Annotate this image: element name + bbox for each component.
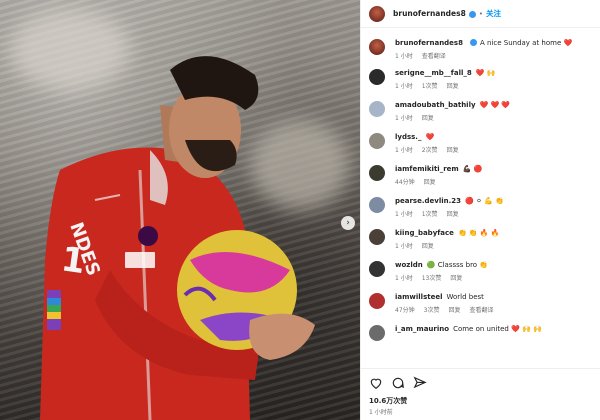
instagram-post-view: NDES 1 › brunofernandes8 • 关注 brunoferna… [0,0,600,420]
comment-text: ❤️ 🙌 [475,69,496,77]
reply-button[interactable]: 回复 [447,147,459,154]
post-time: 1 小时前 [369,409,393,416]
comment-item: lydss._ ❤️ 1 小时 2次赞 回复 [369,132,597,154]
caption-text: A nice Sunday at home ❤️ [479,39,573,47]
comment-item: serigne__mb__fall_8 ❤️ 🙌 1 小时 1次赞 回复 [369,68,597,90]
comment-text: Come on united ❤️ 🙌 🙌 [453,325,542,333]
caption-item: brunofernandes8 A nice Sunday at home ❤️ … [369,38,597,60]
commenter-username[interactable]: serigne__mb__fall_8 [395,69,472,77]
comment-like-count[interactable]: 1次赞 [422,83,438,90]
reply-button[interactable]: 回复 [447,83,459,90]
comment-icon[interactable] [391,375,405,389]
reply-button[interactable]: 回复 [448,307,460,314]
reply-button[interactable]: 回复 [422,115,434,122]
comment-text: ❤️ ❤️ ❤️ [479,101,511,109]
comment-item: amadoubath_bathily ❤️ ❤️ ❤️ 1 小时 回复 [369,100,597,122]
commenter-avatar[interactable] [369,133,385,149]
verified-badge-icon [468,11,476,18]
caption-username[interactable]: brunofernandes8 [395,39,463,47]
comment-time: 47分钟 [395,307,415,314]
commenter-username[interactable]: iamwillsteel [395,293,443,301]
next-photo-button[interactable]: › [341,216,355,230]
comment-text: ❤️ [425,133,435,141]
commenter-avatar[interactable] [369,101,385,117]
player-illustration: NDES 1 [40,56,315,420]
post-side-panel: brunofernandes8 • 关注 brunofernandes8 A ni… [360,0,600,420]
verified-badge-icon [469,39,477,46]
commenter-avatar[interactable] [369,165,385,181]
commenter-avatar[interactable] [369,325,385,341]
author-username[interactable]: brunofernandes8 [393,9,466,18]
comment-time: 1 小时 [395,275,413,282]
like-count[interactable]: 10.6万次赞 [369,396,407,406]
comment-like-count[interactable]: 13次赞 [422,275,442,282]
author-avatar[interactable] [369,5,385,22]
comment-time: 1 小时 [395,115,413,122]
comment-time: 1 小时 [395,147,413,154]
post-photo[interactable]: NDES 1 › [0,0,360,420]
comment-text: 🟢 Classss bro 👏 [426,261,489,269]
post-header: brunofernandes8 • 关注 [361,0,600,28]
comments-list[interactable]: brunofernandes8 A nice Sunday at home ❤️ … [361,28,600,368]
reply-button[interactable]: 回复 [447,211,459,218]
commenter-username[interactable]: wozldn [395,261,423,269]
comment-time: 1 小时 [395,243,413,250]
commenter-avatar[interactable] [369,229,385,245]
comment-item: i_am_maurino Come on united ❤️ 🙌 🙌 [369,324,597,341]
comment-like-count[interactable]: 2次赞 [422,147,438,154]
commenter-avatar[interactable] [369,293,385,309]
comment-item: kiing_babyface 👏 👏 🔥 🔥 1 小时 回复 [369,228,597,250]
comment-item: iamfemikiti_rem 💪🏿 🔴 44分钟 回复 [369,164,597,186]
caption-time: 1 小时 [395,53,413,60]
commenter-username[interactable]: lydss._ [395,133,421,141]
comment-text: 🔴 ⚪ 💪 👏 [465,197,504,205]
translate-link[interactable]: 查看翻译 [469,307,493,314]
comment-time: 1 小时 [395,211,413,218]
commenter-username[interactable]: i_am_maurino [395,325,449,333]
commenter-avatar[interactable] [369,69,385,85]
commenter-username[interactable]: iamfemikiti_rem [395,165,459,173]
separator-dot: • [478,9,483,18]
caption-avatar[interactable] [369,39,385,55]
comment-time: 1 小时 [395,83,413,90]
commenter-username[interactable]: kiing_babyface [395,229,454,237]
reply-button[interactable]: 回复 [422,243,434,250]
share-icon[interactable] [413,375,427,389]
comment-item: iamwillsteel World best 47分钟 3次赞 回复 查看翻译 [369,292,597,314]
commenter-username[interactable]: pearse.devlin.23 [395,197,461,205]
commenter-avatar[interactable] [369,261,385,277]
comment-like-count[interactable]: 3次赞 [424,307,440,314]
follow-button[interactable]: 关注 [486,8,501,19]
comment-item: pearse.devlin.23 🔴 ⚪ 💪 👏 1 小时 1次赞 回复 [369,196,597,218]
reply-button[interactable]: 回复 [424,179,436,186]
comment-text: World best [446,293,484,301]
translate-link[interactable]: 查看翻译 [422,53,446,60]
comment-time: 44分钟 [395,179,415,186]
heart-icon[interactable] [369,375,383,389]
comment-like-count[interactable]: 1次赞 [422,211,438,218]
post-actions: 10.6万次赞 1 小时前 [361,368,600,420]
commenter-avatar[interactable] [369,197,385,213]
reply-button[interactable]: 回复 [450,275,462,282]
comment-item: wozldn 🟢 Classss bro 👏 1 小时 13次赞 回复 [369,260,597,282]
comment-text: 👏 👏 🔥 🔥 [457,229,500,237]
comment-text: 💪🏿 🔴 [462,165,483,173]
commenter-username[interactable]: amadoubath_bathily [395,101,476,109]
